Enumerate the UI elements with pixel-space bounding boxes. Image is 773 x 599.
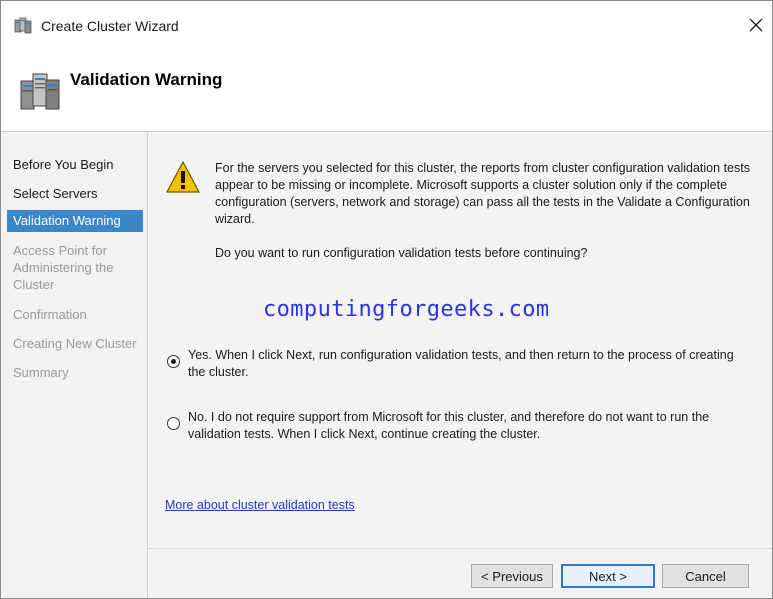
wizard-header: Validation Warning: [1, 49, 772, 132]
window-title: Create Cluster Wizard: [41, 18, 179, 34]
server-cluster-icon: [18, 69, 62, 113]
previous-button[interactable]: < Previous: [471, 564, 553, 588]
sidebar-item-access-point: Access Point for Administering the Clust…: [13, 243, 114, 292]
warning-icon: [166, 160, 200, 193]
sidebar-item-summary: Summary: [13, 365, 69, 380]
wizard-steps-sidebar: Before You Begin Select Servers Validati…: [1, 132, 148, 598]
radio-no-label[interactable]: No. I do not require support from Micros…: [188, 409, 748, 443]
watermark-text: computingforgeeks.com: [263, 297, 550, 322]
radio-yes-label[interactable]: Yes. When I click Next, run configuratio…: [188, 347, 748, 381]
radio-yes-run-validation[interactable]: [167, 355, 180, 368]
wizard-window: Create Cluster Wizard Validation Warning…: [0, 0, 773, 599]
next-button[interactable]: Next >: [561, 564, 655, 588]
sidebar-item-select-servers[interactable]: Select Servers: [7, 185, 143, 202]
radio-no-skip-validation[interactable]: [167, 417, 180, 430]
title-bar: Create Cluster Wizard: [1, 1, 772, 49]
sidebar-item-validation-warning[interactable]: Validation Warning: [7, 210, 143, 232]
validation-question: Do you want to run configuration validat…: [215, 246, 588, 260]
page-title: Validation Warning: [70, 70, 223, 89]
validation-warning-message: For the servers you selected for this cl…: [215, 161, 750, 226]
footer-divider: [148, 548, 772, 549]
cancel-button[interactable]: Cancel: [662, 564, 749, 588]
sidebar-item-before-you-begin[interactable]: Before You Begin: [7, 156, 143, 173]
sidebar-item-confirmation: Confirmation: [13, 307, 87, 322]
sidebar-item-creating-new-cluster: Creating New Cluster: [13, 336, 137, 351]
close-button[interactable]: [743, 13, 769, 39]
more-about-validation-link[interactable]: More about cluster validation tests: [165, 498, 355, 512]
close-icon: [749, 18, 763, 35]
cluster-wizard-icon: [14, 17, 32, 35]
